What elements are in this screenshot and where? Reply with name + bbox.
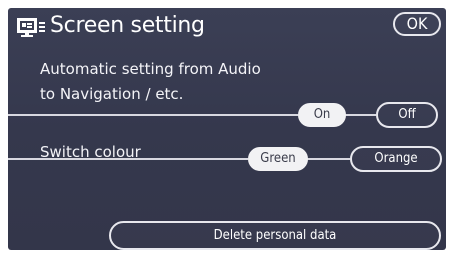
on-button[interactable]: On: [298, 103, 346, 127]
switch-colour-divider: [8, 158, 248, 160]
switch-colour-connector: [306, 158, 350, 160]
green-button[interactable]: Green: [248, 147, 308, 171]
auto-setting-label-line1: Automatic setting from Audio: [40, 60, 261, 78]
ok-button[interactable]: OK: [393, 12, 441, 36]
off-button[interactable]: Off: [376, 102, 438, 128]
auto-setting-label-line2: to Navigation / etc.: [40, 85, 184, 103]
screen-setting-panel: Screen setting OK Automatic setting from…: [8, 8, 446, 250]
page-title: Screen setting: [50, 13, 205, 38]
delete-personal-data-button[interactable]: Delete personal data: [109, 221, 441, 250]
auto-setting-connector: [345, 114, 376, 116]
orange-button[interactable]: Orange: [350, 146, 442, 172]
screen-settings-icon: [17, 18, 45, 37]
auto-setting-divider: [8, 114, 298, 116]
